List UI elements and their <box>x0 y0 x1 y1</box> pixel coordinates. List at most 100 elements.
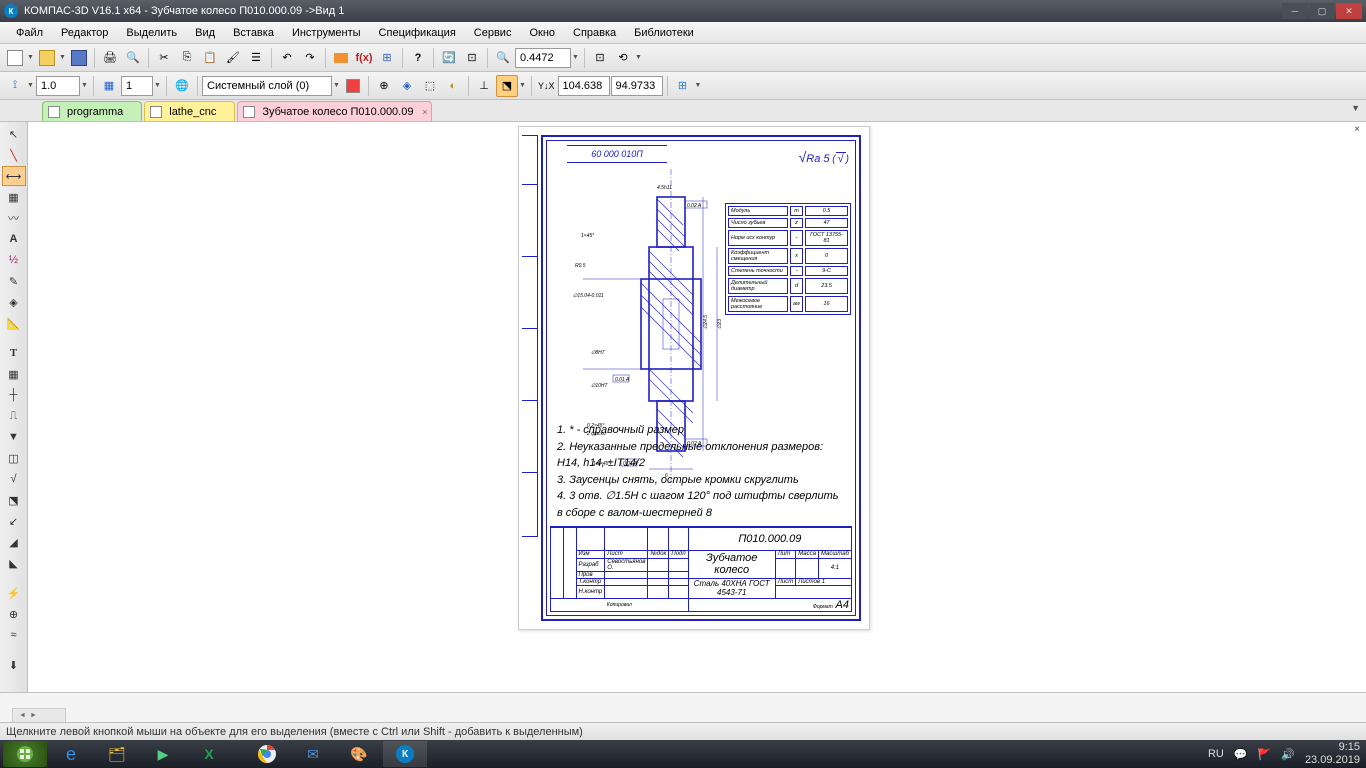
task-ie[interactable]: e <box>49 741 93 767</box>
save-button[interactable] <box>68 47 90 69</box>
system-tray[interactable]: RU 💬 🚩 🔊 9:1523.09.2019 <box>1208 741 1364 767</box>
zoom-input[interactable] <box>515 48 571 68</box>
apps-button[interactable]: ⊞ <box>672 75 694 97</box>
undo-button[interactable]: ↶ <box>276 47 298 69</box>
minimize-button[interactable]: ─ <box>1282 3 1308 19</box>
tool-wave[interactable]: ≈ <box>2 625 26 645</box>
maximize-button[interactable]: ▢ <box>1309 3 1335 19</box>
tool-line[interactable]: ╲ <box>2 145 26 165</box>
menu-Файл[interactable]: Файл <box>8 24 51 42</box>
menu-Окно[interactable]: Окно <box>521 24 563 42</box>
tool-hatch[interactable]: ▦ <box>2 187 26 207</box>
grid-button[interactable]: ▦ <box>98 75 120 97</box>
brush-button[interactable]: 🖌 <box>222 47 244 69</box>
zoom-window-button[interactable]: ⊡ <box>461 47 483 69</box>
menu-Вид[interactable]: Вид <box>187 24 223 42</box>
tool-text-a[interactable]: A <box>2 229 26 249</box>
menu-Инструменты[interactable]: Инструменты <box>284 24 369 42</box>
tool-weld2[interactable]: ◣ <box>2 553 26 573</box>
snap-button[interactable]: ⟟ <box>4 75 26 97</box>
task-excel[interactable]: X <box>187 741 231 767</box>
menu-Библиотеки[interactable]: Библиотеки <box>626 24 702 42</box>
tool-bolt[interactable]: ⚡ <box>2 583 26 603</box>
open-button[interactable] <box>36 47 58 69</box>
help-button[interactable]: ? <box>407 47 429 69</box>
properties-button[interactable]: ☰ <box>245 47 267 69</box>
task-media[interactable]: ▶ <box>141 741 185 767</box>
print-button[interactable]: 🖨 <box>99 47 121 69</box>
tool-mark[interactable]: ⬔ <box>2 490 26 510</box>
tool-center[interactable]: ⊕ <box>2 604 26 624</box>
menu-Справка[interactable]: Справка <box>565 24 624 42</box>
tab-programma[interactable]: programma <box>42 101 142 121</box>
zoom-refresh-button[interactable]: 🔄 <box>438 47 460 69</box>
tool-c-button[interactable]: ⬚ <box>419 75 441 97</box>
tool-b-button[interactable]: ◈ <box>396 75 418 97</box>
menu-Вставка[interactable]: Вставка <box>225 24 282 42</box>
tool-cursor[interactable]: ↖ <box>2 124 26 144</box>
tool-d-button[interactable]: ◐ <box>442 75 464 97</box>
layer-select[interactable] <box>202 76 332 96</box>
tab-lathe_cnc[interactable]: lathe_cnc <box>144 101 235 121</box>
tool-table[interactable]: ▦ <box>2 364 26 384</box>
round-button[interactable]: ⬔ <box>496 75 518 97</box>
task-paint[interactable]: 🎨 <box>337 741 381 767</box>
tool-arrow-down[interactable]: ⬇ <box>2 655 26 675</box>
tab-close-icon[interactable]: × <box>422 107 427 117</box>
layers-button[interactable] <box>330 47 352 69</box>
preview-button[interactable]: 🔍 <box>122 47 144 69</box>
new-button[interactable] <box>4 47 26 69</box>
variables-button[interactable]: f(x) <box>353 47 375 69</box>
task-chrome[interactable] <box>245 741 289 767</box>
tree-button[interactable]: ⊞ <box>376 47 398 69</box>
coord-x-input[interactable] <box>558 76 610 96</box>
tool-sigma[interactable]: ½ <box>2 250 26 270</box>
tray-sound-icon[interactable]: 🔊 <box>1281 748 1295 761</box>
menu-Спецификация[interactable]: Спецификация <box>371 24 464 42</box>
tool-text-t[interactable]: T <box>2 343 26 363</box>
layer-color-button[interactable] <box>342 75 364 97</box>
tool-base[interactable]: ▼ <box>2 427 26 447</box>
tabs-menu-button[interactable]: ▼ <box>1351 103 1360 113</box>
view-close-button[interactable]: × <box>1354 124 1360 135</box>
ortho-button[interactable]: ⊥ <box>473 75 495 97</box>
menu-Редактор[interactable]: Редактор <box>53 24 116 42</box>
cut-button[interactable]: ✂ <box>153 47 175 69</box>
tool-leader[interactable]: ↙ <box>2 511 26 531</box>
copy-button[interactable]: ⎘ <box>176 47 198 69</box>
tray-flag-icon[interactable]: 🚩 <box>1258 748 1272 761</box>
step-input[interactable] <box>36 76 80 96</box>
tool-tol[interactable]: ◫ <box>2 448 26 468</box>
menu-Выделить[interactable]: Выделить <box>118 24 185 42</box>
tool-break[interactable]: ⎍ <box>2 406 26 426</box>
tool-dimension[interactable]: ⟷ <box>2 166 26 186</box>
tool-param[interactable]: ◈ <box>2 292 26 312</box>
zoom-fit-button[interactable]: ⊡ <box>589 47 611 69</box>
tool-rough[interactable]: √ <box>2 469 26 489</box>
start-button[interactable] <box>3 741 47 767</box>
close-button[interactable]: ✕ <box>1336 3 1362 19</box>
count-input[interactable] <box>121 76 153 96</box>
redo-button[interactable]: ↷ <box>299 47 321 69</box>
tray-clock[interactable]: 9:1523.09.2019 <box>1305 741 1360 767</box>
tool-axis[interactable]: ┼ <box>2 385 26 405</box>
tool-edit[interactable]: ✎ <box>2 271 26 291</box>
menu-Сервис[interactable]: Сервис <box>466 24 520 42</box>
tray-lang[interactable]: RU <box>1208 748 1224 760</box>
coord-y-input[interactable] <box>611 76 663 96</box>
task-explorer[interactable]: 🗂 <box>95 741 139 767</box>
globe-icon[interactable]: 🌐 <box>171 75 193 97</box>
paste-button[interactable]: 📋 <box>199 47 221 69</box>
zoom-prev-button[interactable]: ⟲ <box>612 47 634 69</box>
tool-curve[interactable]: 〰 <box>2 208 26 228</box>
tool-weld1[interactable]: ◢ <box>2 532 26 552</box>
task-mail[interactable]: ✉ <box>291 741 335 767</box>
task-kompas[interactable]: К <box>383 741 427 767</box>
tool-a-button[interactable]: ⊕ <box>373 75 395 97</box>
tool-measure[interactable]: 📐 <box>2 313 26 333</box>
tab-Зубчатое колесо П010.000.09[interactable]: Зубчатое колесо П010.000.09× <box>237 101 432 121</box>
command-panel-tabs[interactable]: ◄► <box>12 708 66 722</box>
tray-net-icon[interactable]: 💬 <box>1234 748 1248 761</box>
canvas[interactable]: × 60 000 010П √Ra 5 (√) Модульm0.5Число … <box>28 122 1366 692</box>
statusbar: Щелкните левой кнопкой мыши на объекте д… <box>0 722 1366 740</box>
